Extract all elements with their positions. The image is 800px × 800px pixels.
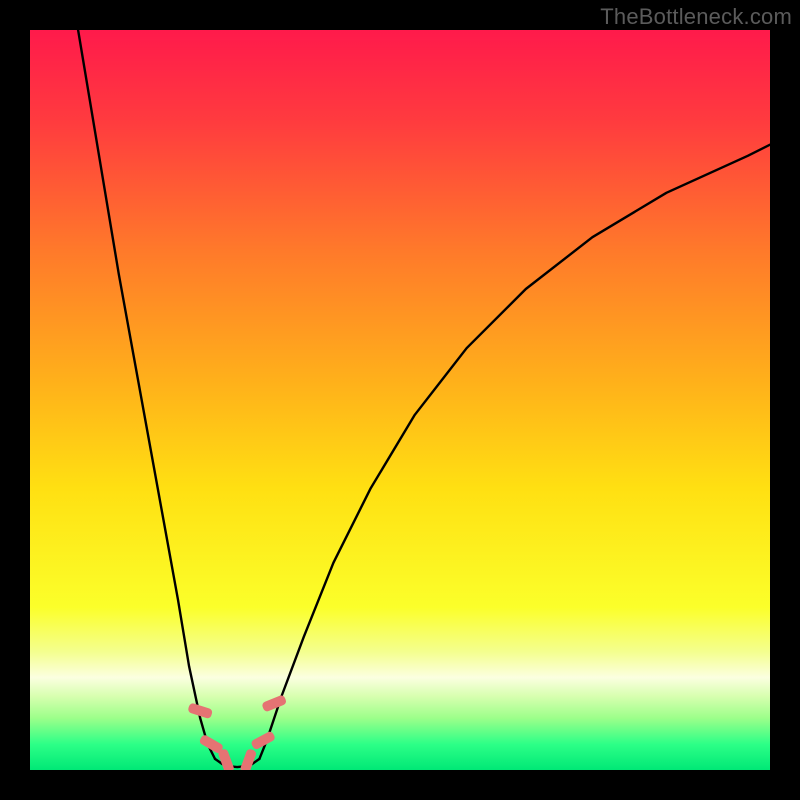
bottleneck-chart (30, 30, 770, 770)
chart-frame (30, 30, 770, 770)
source-watermark: TheBottleneck.com (600, 4, 792, 30)
